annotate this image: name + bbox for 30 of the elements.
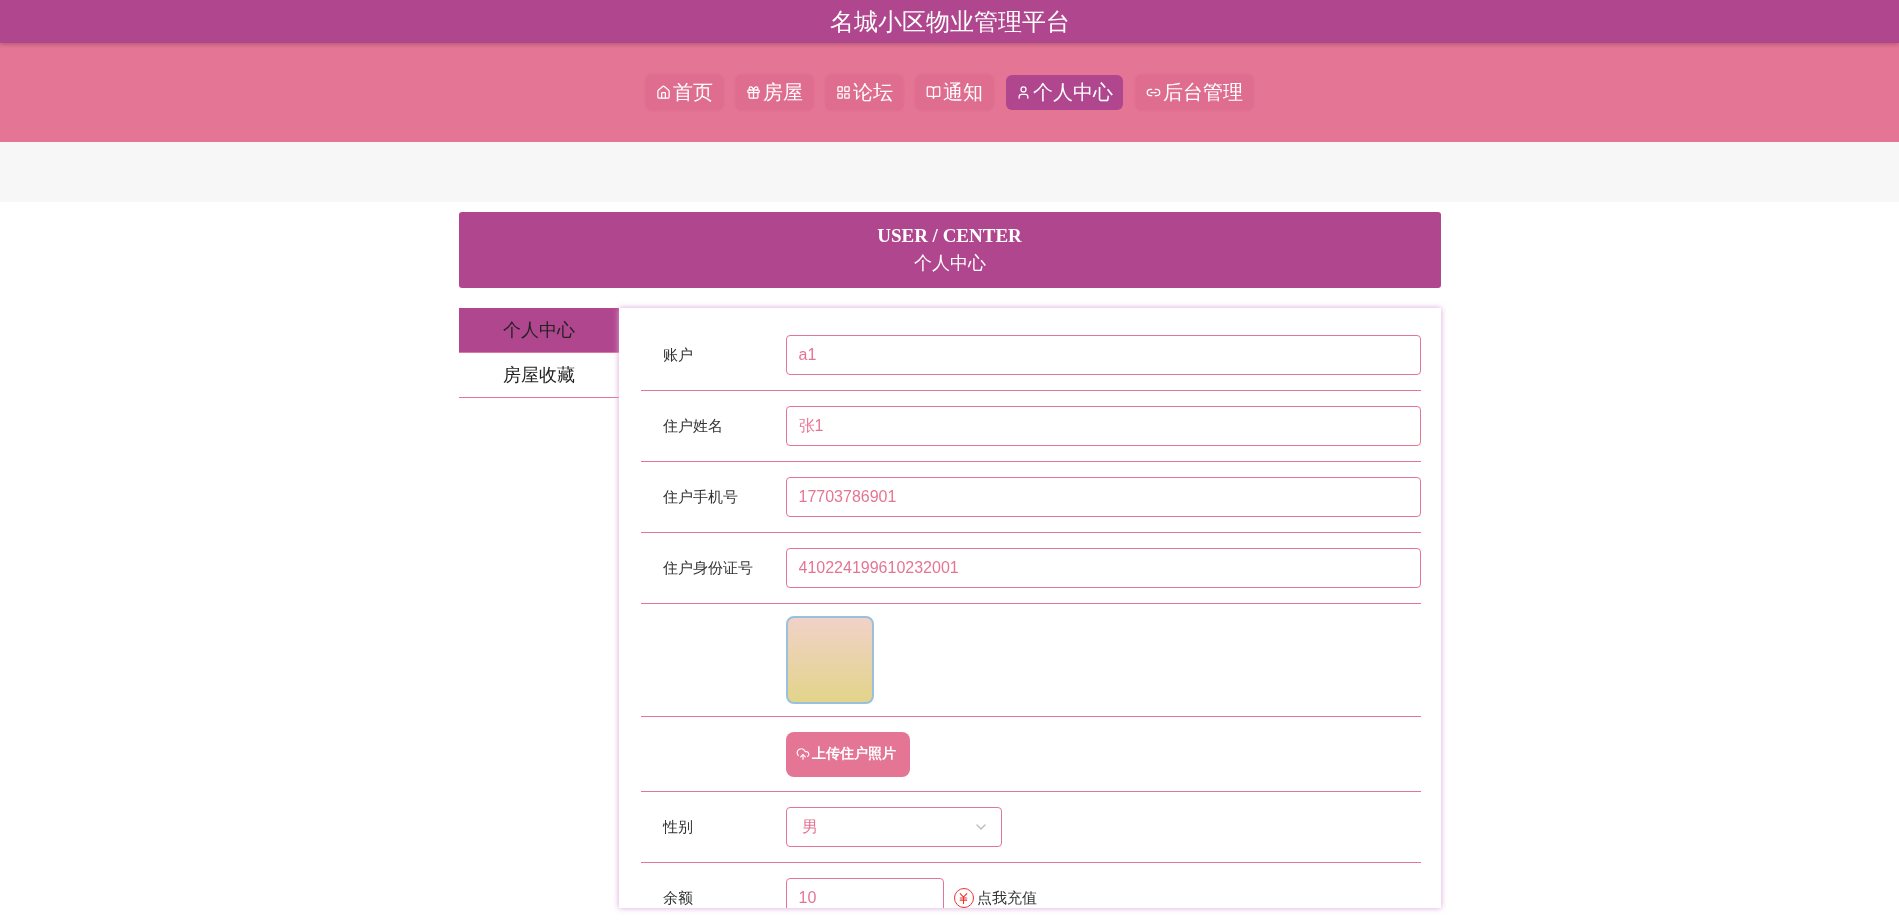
nav-tab[interactable]: 论坛 — [826, 75, 903, 110]
gift-icon — [746, 85, 761, 100]
field-label: 住户手机号 — [661, 487, 739, 507]
grid-icon — [836, 85, 851, 100]
field-label: 性别 — [661, 817, 694, 837]
banner-title: USER / CENTER — [877, 225, 1022, 247]
book-icon — [926, 85, 941, 100]
input-field[interactable]: 17703786901 — [785, 477, 1421, 517]
recharge-link[interactable]: 点我充值 — [953, 888, 1037, 908]
field-label: 住户姓名 — [661, 416, 724, 436]
nav-tab[interactable]: 首页 — [646, 75, 723, 110]
nav-tab[interactable]: 个人中心 — [1006, 75, 1123, 110]
cloud-upload-icon — [795, 747, 810, 761]
site-title: 名城小区物业管理平台 — [829, 6, 1070, 37]
select-field[interactable]: 男 — [785, 807, 1002, 847]
sidebar-item[interactable]: 个人中心 — [458, 308, 619, 353]
nav-tab[interactable]: 通知 — [916, 75, 993, 110]
user-icon — [1016, 85, 1031, 100]
home-icon — [656, 85, 671, 100]
nav-tab[interactable]: 后台管理 — [1136, 75, 1253, 110]
field-label: 住户身份证号 — [661, 558, 754, 578]
field-label: 余额 — [661, 888, 694, 908]
upload-button[interactable]: 上传住户照片 — [785, 731, 910, 777]
banner-subtitle: 个人中心 — [913, 252, 986, 275]
input-field[interactable]: 10 — [785, 878, 944, 908]
input-field[interactable]: a1 — [785, 335, 1421, 375]
nav-tab[interactable]: 房屋 — [736, 75, 813, 110]
input-field[interactable]: 张1 — [785, 406, 1421, 446]
field-label: 账户 — [661, 345, 694, 365]
input-field[interactable]: 410224199610232001 — [785, 548, 1421, 588]
